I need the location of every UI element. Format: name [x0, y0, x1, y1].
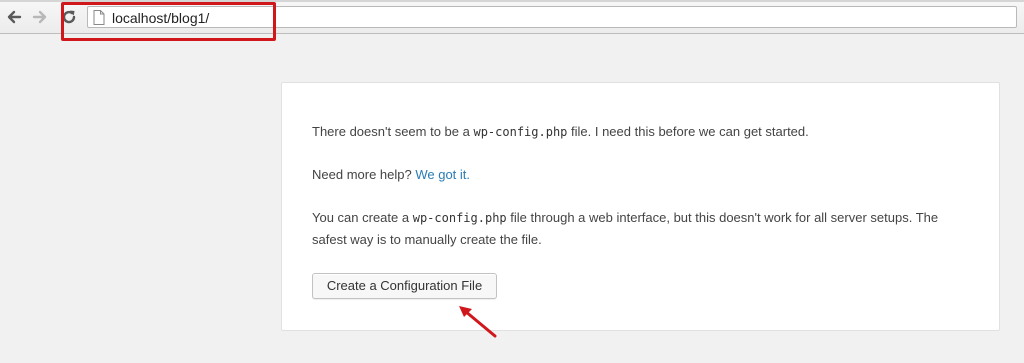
- reload-button[interactable]: [59, 7, 79, 27]
- back-button[interactable]: [4, 7, 24, 27]
- reload-icon: [62, 10, 76, 24]
- help-link[interactable]: We got it.: [415, 167, 470, 182]
- tabstrip-edge: [0, 0, 1024, 2]
- create-configuration-file-button[interactable]: Create a Configuration File: [312, 273, 497, 299]
- message-text: There doesn't seem to be a: [312, 124, 474, 139]
- arrow-left-icon: [7, 10, 22, 24]
- address-bar[interactable]: localhost/blog1/: [87, 6, 1017, 28]
- arrow-right-icon: [32, 10, 47, 24]
- setup-card: There doesn't seem to be a wp-config.php…: [281, 82, 1000, 331]
- help-message: Need more help? We got it.: [312, 164, 470, 185]
- config-filename: wp-config.php: [412, 211, 507, 225]
- config-filename: wp-config.php: [473, 125, 568, 139]
- create-config-message: You can create a wp-config.php file thro…: [312, 207, 972, 250]
- message-text: file. I need this before we can get star…: [567, 124, 809, 139]
- missing-config-message: There doesn't seem to be a wp-config.php…: [312, 121, 809, 143]
- browser-toolbar: localhost/blog1/: [0, 0, 1024, 34]
- forward-button[interactable]: [30, 7, 50, 27]
- message-text: You can create a: [312, 210, 413, 225]
- document-icon: [93, 10, 105, 25]
- help-text: Need more help?: [312, 167, 416, 182]
- url-text: localhost/blog1/: [112, 10, 210, 26]
